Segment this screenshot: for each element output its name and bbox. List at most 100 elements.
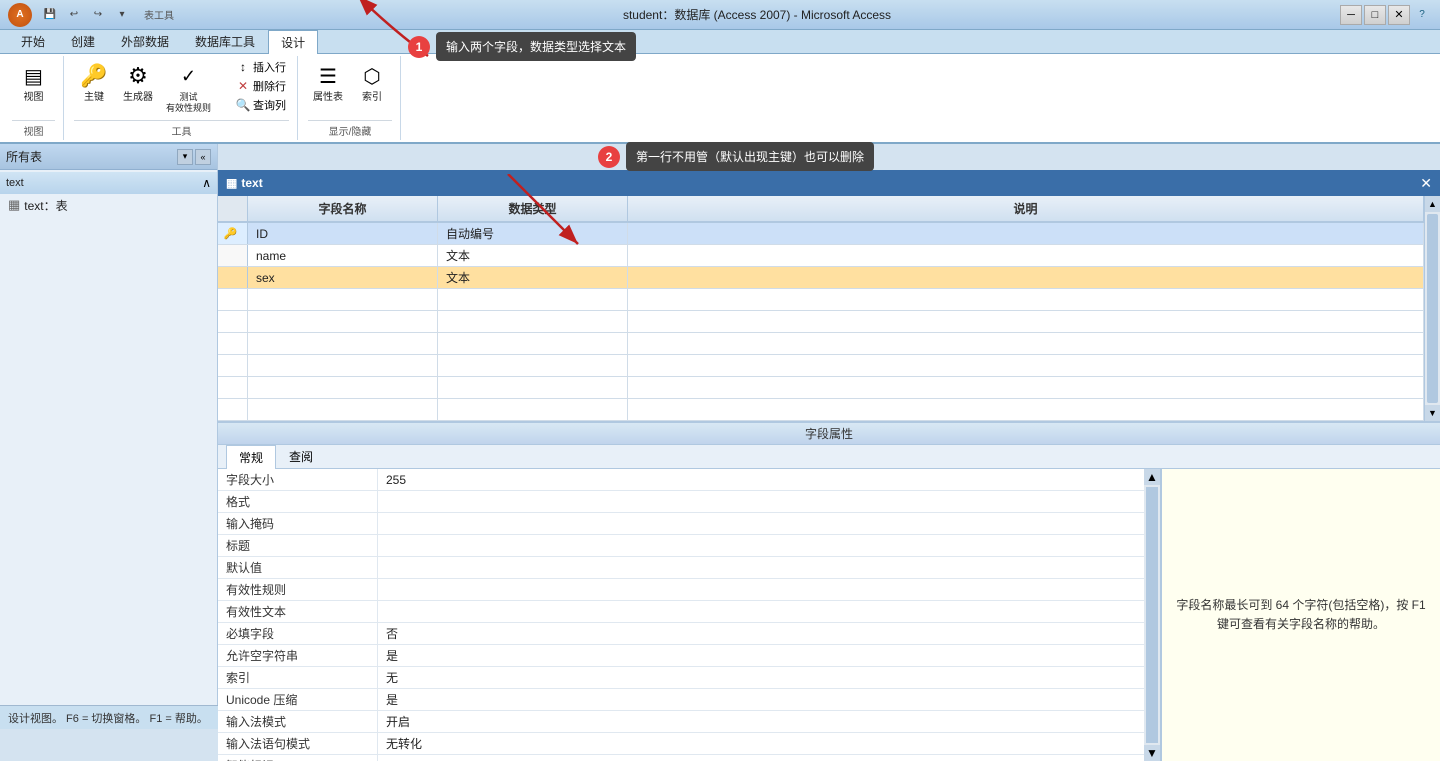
ribbon-group-showhide: ☰ 属性表 ⬡ 索引 显示/隐藏 (300, 56, 401, 140)
col-fieldname: 字段名称 (248, 196, 438, 221)
fp-scroll-thumb[interactable] (1146, 487, 1158, 743)
view-button[interactable]: ▤ 视图 (14, 58, 54, 106)
help-icon[interactable]: ? (1412, 5, 1432, 25)
scroll-up-button[interactable]: ▲ (1425, 196, 1440, 212)
tab-create[interactable]: 创建 (58, 29, 108, 53)
fp-row-allowzero[interactable]: 允许空字符串 是 (218, 645, 1144, 667)
dropdown-button[interactable]: ▾ (112, 5, 132, 25)
tab-design[interactable]: 设计 (268, 30, 318, 54)
fp-row-validtext[interactable]: 有效性文本 (218, 601, 1144, 623)
sidebar-collapse-button[interactable]: « (195, 149, 211, 165)
fp-row-inputmask[interactable]: 输入掩码 (218, 513, 1144, 535)
field-properties-tabs: 常规 查阅 (218, 445, 1440, 469)
test-icon: ✓ (173, 60, 205, 92)
minimize-button[interactable]: ─ (1340, 5, 1362, 25)
table-design-header: ▦ text ✕ (218, 170, 1440, 196)
fp-value-allowzero[interactable]: 是 (378, 645, 1144, 666)
fp-value-imemode[interactable]: 开启 (378, 711, 1144, 732)
fp-value-caption[interactable] (378, 535, 1144, 556)
cell-name-fieldname: name (248, 245, 438, 266)
fp-row-unicode[interactable]: Unicode 压缩 是 (218, 689, 1144, 711)
fp-scroll-up-button[interactable]: ▲ (1144, 469, 1160, 485)
callout1-number: 1 (408, 36, 430, 58)
fp-name-required: 必填字段 (218, 623, 378, 644)
sidebar-item-text-table[interactable]: ▦ text：表 (0, 194, 217, 216)
callout2-container: 2 第一行不用管（默认出现主键）也可以删除 (598, 142, 874, 171)
fp-scrollbar[interactable]: ▲ ▼ (1144, 469, 1160, 761)
close-button[interactable]: ✕ (1388, 5, 1410, 25)
builder-icon: ⚙ (122, 60, 154, 92)
key-icon: 🔑 (78, 60, 110, 92)
fp-value-required[interactable]: 否 (378, 623, 1144, 644)
field-props-tab-lookup[interactable]: 查阅 (276, 444, 326, 468)
table-row-empty-1[interactable] (218, 289, 1424, 311)
table-row-sex[interactable]: sex 文本 (218, 267, 1424, 289)
table-close-button[interactable]: ✕ (1420, 175, 1432, 192)
fp-value-validtext[interactable] (378, 601, 1144, 622)
fp-row-imesentence[interactable]: 输入法语句模式 无转化 (218, 733, 1144, 755)
ribbon-small-group-rows: ↕ 插入行 ✕ 删除行 🔍 查询列 (232, 58, 289, 114)
fp-row-indexed[interactable]: 索引 无 (218, 667, 1144, 689)
table-row-id[interactable]: 🔑 ID 自动编号 (218, 223, 1424, 245)
indexes-icon: ⬡ (356, 60, 388, 92)
undo-button[interactable]: ↩ (64, 5, 84, 25)
table-row-empty-5[interactable] (218, 377, 1424, 399)
fp-row-fieldsize[interactable]: 字段大小 255 (218, 469, 1144, 491)
fp-name-imesentence: 输入法语句模式 (218, 733, 378, 754)
col-datatype: 数据类型 (438, 196, 628, 221)
lookup-column-button[interactable]: 🔍 查询列 (232, 96, 289, 114)
fp-value-smarttags[interactable] (378, 755, 1144, 761)
empty-cell-2 (438, 289, 628, 310)
sidebar: 所有表 ▾ « text ∧ ▦ text：表 (0, 144, 218, 705)
maximize-button[interactable]: □ (1364, 5, 1386, 25)
table-row-name[interactable]: name 文本 (218, 245, 1424, 267)
tab-start[interactable]: 开始 (8, 29, 58, 53)
cell-id-fieldname: ID (248, 223, 438, 244)
fp-row-imemode[interactable]: 输入法模式 开启 (218, 711, 1144, 733)
fp-row-validrule[interactable]: 有效性规则 (218, 579, 1144, 601)
table-icon: ▦ (8, 197, 20, 213)
primary-key-button[interactable]: 🔑 主键 (74, 58, 114, 106)
fp-value-format[interactable] (378, 491, 1144, 512)
scroll-down-button[interactable]: ▼ (1425, 405, 1440, 421)
table-scrollbar[interactable]: ▲ ▼ (1424, 196, 1440, 421)
fp-value-inputmask[interactable] (378, 513, 1144, 534)
indexes-button[interactable]: ⬡ 索引 (352, 58, 392, 106)
callout1-container: 1 输入两个字段，数据类型选择文本 (408, 32, 636, 61)
fp-value-unicode[interactable]: 是 (378, 689, 1144, 710)
tab-external-data[interactable]: 外部数据 (108, 29, 182, 53)
sidebar-section-text-header[interactable]: text ∧ (0, 172, 217, 194)
table-row-empty-4[interactable] (218, 355, 1424, 377)
insert-row-button[interactable]: ↕ 插入行 (232, 58, 289, 76)
table-row-empty-2[interactable] (218, 311, 1424, 333)
fp-row-caption[interactable]: 标题 (218, 535, 1144, 557)
field-properties-table: 字段大小 255 格式 输入掩码 标题 (218, 469, 1144, 761)
table-row-empty-3[interactable] (218, 333, 1424, 355)
save-button[interactable]: 💾 (40, 5, 60, 25)
property-sheet-button[interactable]: ☰ 属性表 (308, 58, 348, 106)
redo-button[interactable]: ↪ (88, 5, 108, 25)
sidebar-filter-button[interactable]: ▾ (177, 149, 193, 165)
scroll-thumb[interactable] (1427, 214, 1438, 403)
fp-value-fieldsize[interactable]: 255 (378, 469, 1144, 490)
table-row-empty-6[interactable] (218, 399, 1424, 421)
delete-row-button[interactable]: ✕ 删除行 (232, 77, 289, 95)
fp-scroll-down-button[interactable]: ▼ (1144, 745, 1160, 761)
test-validation-button[interactable]: ✓ 测试有效性规则 (162, 58, 215, 116)
builder-button[interactable]: ⚙ 生成器 (118, 58, 158, 106)
callout2-number: 2 (598, 146, 620, 168)
fp-row-format[interactable]: 格式 (218, 491, 1144, 513)
tab-database-tools[interactable]: 数据库工具 (182, 29, 268, 53)
fp-value-imesentence[interactable]: 无转化 (378, 733, 1144, 754)
fp-row-default[interactable]: 默认值 (218, 557, 1144, 579)
fp-value-indexed[interactable]: 无 (378, 667, 1144, 688)
fp-value-default[interactable] (378, 557, 1144, 578)
field-properties-label: 字段属性 (218, 423, 1440, 445)
fp-row-required[interactable]: 必填字段 否 (218, 623, 1144, 645)
table-design-title: ▦ text (226, 176, 263, 190)
fp-value-validrule[interactable] (378, 579, 1144, 600)
field-props-tab-general[interactable]: 常规 (226, 445, 276, 469)
status-bar-left: 设计视图。 F6 = 切换窗格。 F1 = 帮助。 (8, 710, 208, 726)
fp-row-smarttags[interactable]: 智能标记 (218, 755, 1144, 761)
insert-row-icon: ↕ (235, 59, 251, 75)
